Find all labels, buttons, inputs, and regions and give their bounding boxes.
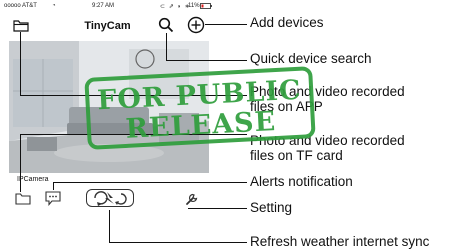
tf-card-folder-icon[interactable] bbox=[15, 193, 31, 205]
battery-percent: 11% bbox=[188, 3, 200, 9]
battery-icon bbox=[200, 3, 212, 9]
label-alerts: Alerts notification bbox=[250, 174, 353, 189]
callout-line-refresh-h bbox=[109, 242, 247, 243]
carrier-label: ooooo AT&T bbox=[4, 3, 37, 9]
app-bar: TinyCam bbox=[0, 14, 215, 40]
callout-line-refresh-v bbox=[109, 210, 110, 242]
callout-line-app-v bbox=[20, 32, 21, 95]
callout-line-alert-h bbox=[53, 182, 247, 183]
alerts-icon[interactable] bbox=[45, 191, 61, 206]
label-quick-search: Quick device search bbox=[250, 51, 372, 66]
add-device-icon[interactable] bbox=[187, 16, 205, 34]
settings-wrench-icon[interactable] bbox=[184, 191, 199, 206]
camera-toolbar bbox=[0, 187, 215, 211]
callout-line-add bbox=[205, 24, 247, 25]
callout-line-alert-v bbox=[53, 182, 54, 190]
wifi-icon: ◔ bbox=[52, 3, 56, 9]
callout-line-search-v bbox=[166, 33, 167, 60]
label-refresh: Refresh weather internet sync bbox=[250, 234, 430, 249]
callout-line-tf-v bbox=[20, 134, 21, 192]
status-time: 9:27 AM bbox=[92, 3, 115, 9]
callout-line-setting bbox=[188, 208, 247, 209]
for-public-release-stamp: FOR PUBLIC RELEASE bbox=[84, 66, 316, 150]
status-icons: ⊂ ⇗ ◗ ∗ bbox=[160, 4, 191, 10]
refresh-sync-button[interactable] bbox=[86, 189, 134, 207]
label-add-devices: Add devices bbox=[250, 15, 324, 30]
label-tf-files-2: files on TF card bbox=[250, 148, 343, 163]
status-bar: ooooo AT&T ◔ 9:27 AM ⊂ ⇗ ◗ ∗ 11% bbox=[0, 0, 215, 14]
search-icon[interactable] bbox=[158, 17, 174, 33]
label-setting: Setting bbox=[250, 200, 293, 215]
app-title: TinyCam bbox=[84, 20, 131, 32]
sync-icon bbox=[94, 191, 127, 206]
camera-name-label: IPCamera bbox=[17, 176, 49, 183]
callout-line-search-h bbox=[166, 60, 247, 61]
